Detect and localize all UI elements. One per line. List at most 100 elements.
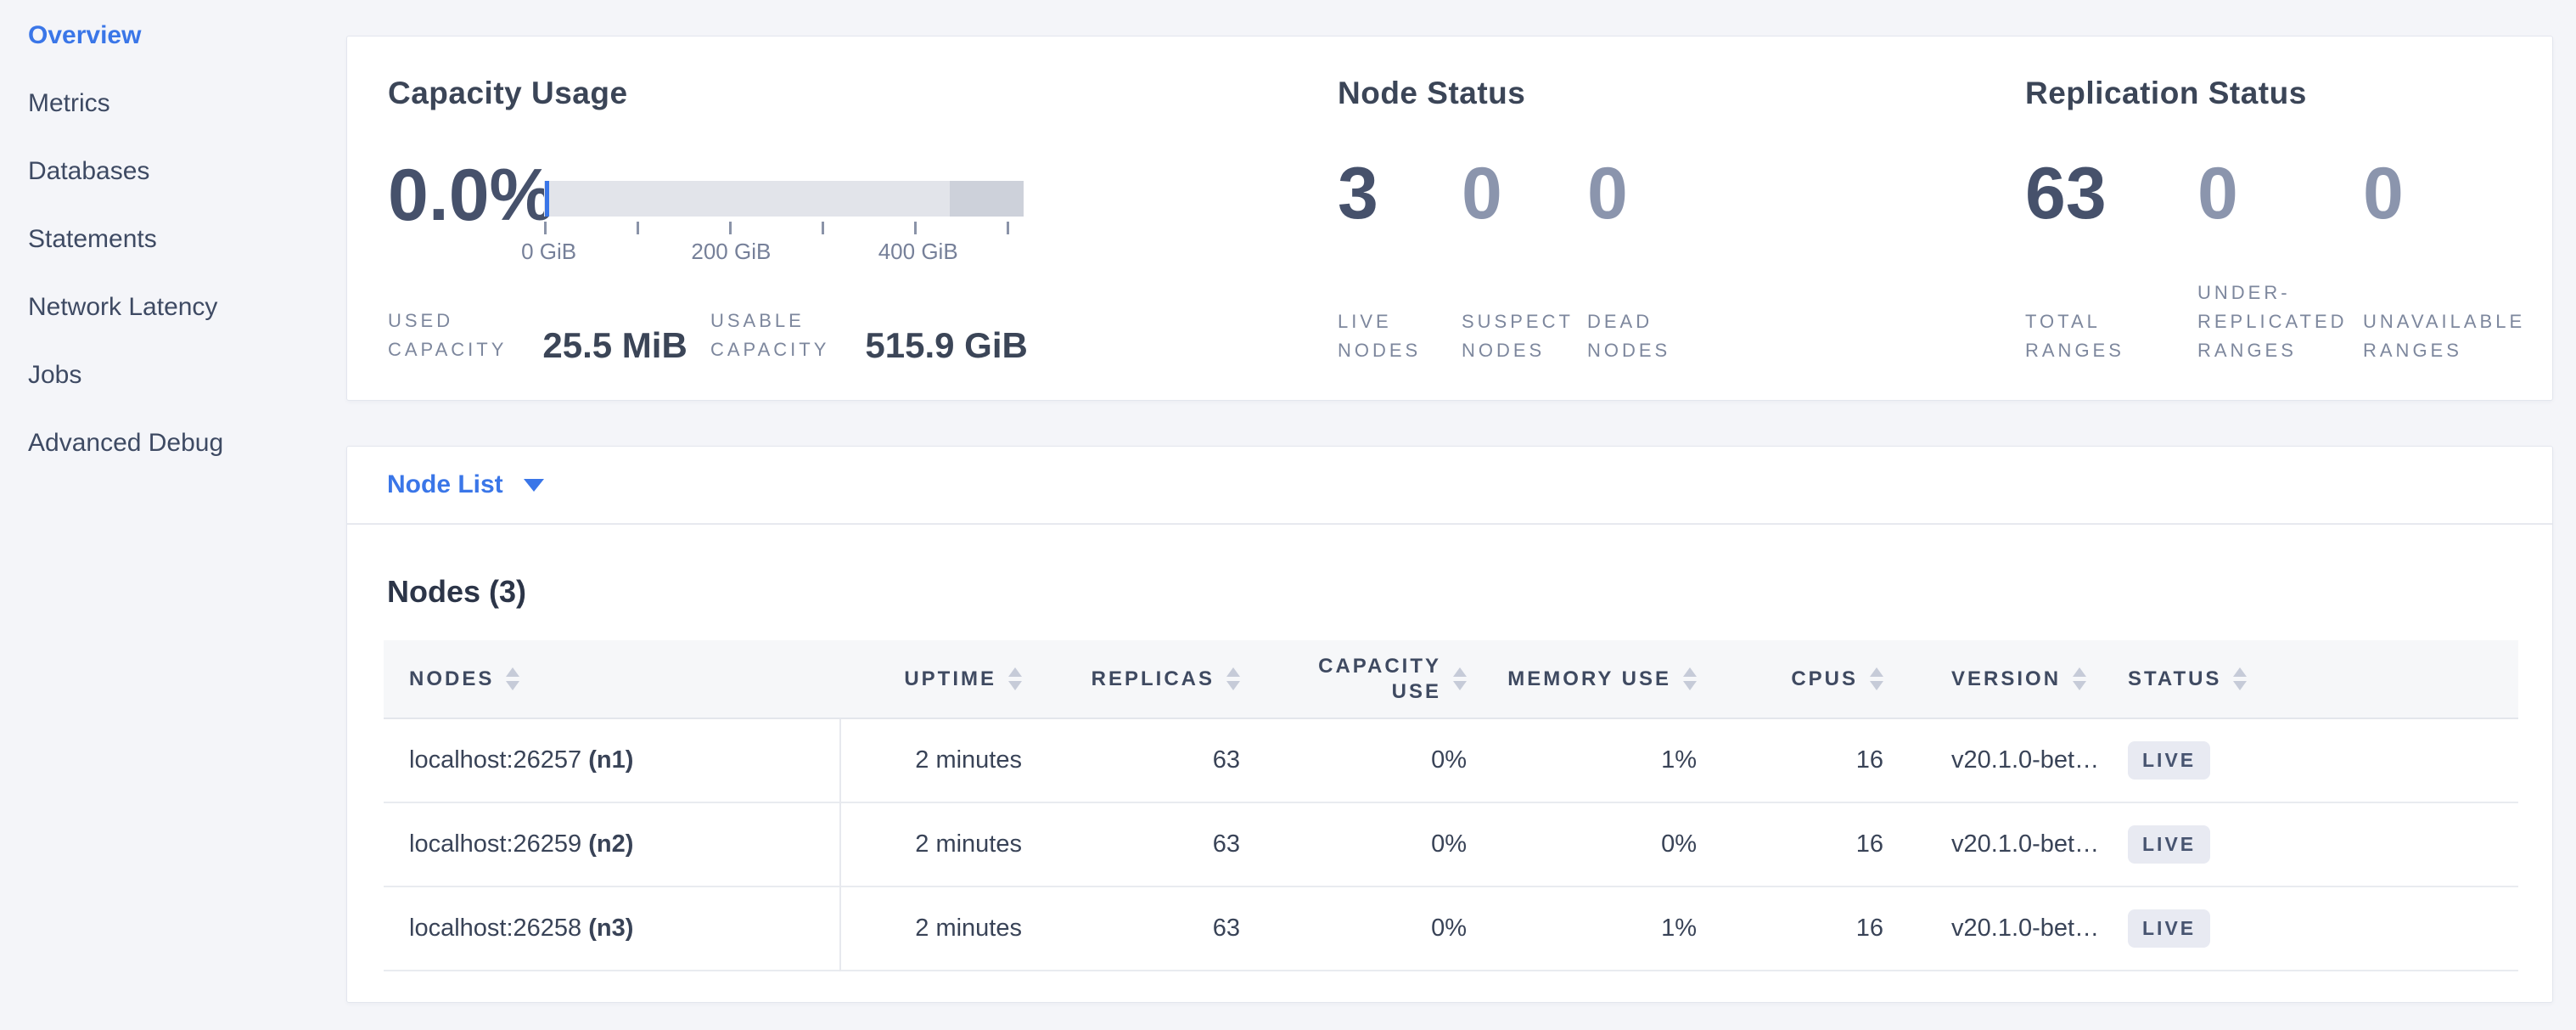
node-address-cell[interactable]: localhost:26259 (n2) bbox=[384, 830, 839, 858]
status-cell: LIVE bbox=[2123, 741, 2518, 780]
dead-nodes-stat: 0 DEAD NODES bbox=[1587, 154, 1723, 365]
sidebar-item-advanced-debug[interactable]: Advanced Debug bbox=[0, 409, 346, 477]
capacity-use-cell: 0% bbox=[1272, 830, 1507, 858]
node-status-stats: 3 LIVE NODES 0 SUSPECT NODES 0 DEAD NODE… bbox=[1338, 154, 1723, 365]
replication-status-title: Replication Status bbox=[2025, 76, 2307, 111]
used-capacity-label-line1: USED bbox=[388, 307, 507, 335]
sidebar-item-overview[interactable]: Overview bbox=[0, 2, 346, 70]
live-nodes-label-line2: NODES bbox=[1338, 336, 1462, 365]
memory-use-cell: 0% bbox=[1507, 830, 1743, 858]
capacity-used-percent: 0.0% bbox=[388, 155, 554, 236]
nodes-table: NODES UPTIME REPLICAS CAPACITY USE MEMOR… bbox=[384, 640, 2518, 971]
memory-use-cell: 1% bbox=[1507, 746, 1743, 774]
node-list-selector[interactable]: Node List bbox=[387, 470, 503, 499]
column-header-version-label: VERSION bbox=[1951, 667, 2061, 692]
sidebar-item-metrics[interactable]: Metrics bbox=[0, 70, 346, 138]
sidebar-item-statements[interactable]: Statements bbox=[0, 205, 346, 273]
column-header-uptime[interactable]: UPTIME bbox=[839, 667, 1056, 692]
under-replicated-label-line3: RANGES bbox=[2197, 336, 2363, 365]
node-id: (n2) bbox=[588, 830, 633, 858]
sort-icon bbox=[2073, 667, 2086, 690]
column-header-nodes[interactable]: NODES bbox=[384, 667, 839, 692]
dead-nodes-value: 0 bbox=[1587, 154, 1723, 234]
column-header-memory-use[interactable]: MEMORY USE bbox=[1507, 667, 1743, 692]
total-ranges-value: 63 bbox=[2025, 154, 2197, 234]
under-replicated-ranges-value: 0 bbox=[2197, 154, 2363, 234]
node-address-cell[interactable]: localhost:26258 (n3) bbox=[384, 915, 839, 943]
node-address[interactable]: localhost:26258 bbox=[409, 915, 581, 942]
total-ranges-label-line2: RANGES bbox=[2025, 336, 2197, 365]
column-header-cpus[interactable]: CPUS bbox=[1743, 667, 1928, 692]
capacity-stats: USED CAPACITY 25.5 MiB USABLE CAPACITY 5… bbox=[388, 307, 1028, 364]
sidebar-item-jobs[interactable]: Jobs bbox=[0, 341, 346, 409]
version-cell: v20.1.0-bet… bbox=[1928, 915, 2123, 943]
capacity-use-cell: 0% bbox=[1272, 746, 1507, 774]
table-row: localhost:26259 (n2) 2 minutes 63 0% 0% … bbox=[384, 803, 2518, 887]
unavailable-ranges-label-line1: UNAVAILABLE bbox=[2363, 307, 2575, 336]
usable-capacity-label-line1: USABLE bbox=[710, 307, 829, 335]
dead-nodes-label-line1: DEAD bbox=[1587, 307, 1723, 336]
used-capacity-value: 25.5 MiB bbox=[542, 327, 687, 364]
nodes-card: Node List Nodes (3) NODES UPTIME REPLICA… bbox=[346, 446, 2553, 1003]
dead-nodes-label-line2: NODES bbox=[1587, 336, 1723, 365]
sort-icon bbox=[506, 667, 519, 690]
capacity-gauge-axis bbox=[544, 220, 1024, 235]
total-ranges-label-line1: TOTAL bbox=[2025, 307, 2197, 336]
table-row: localhost:26257 (n1) 2 minutes 63 0% 1% … bbox=[384, 719, 2518, 803]
nodes-table-header: NODES UPTIME REPLICAS CAPACITY USE MEMOR… bbox=[384, 640, 2518, 719]
capacity-use-cell: 0% bbox=[1272, 915, 1507, 943]
status-badge: LIVE bbox=[2128, 825, 2210, 864]
status-badge: LIVE bbox=[2128, 741, 2210, 780]
memory-use-cell: 1% bbox=[1507, 915, 1743, 943]
node-id: (n3) bbox=[588, 915, 633, 942]
live-nodes-value: 3 bbox=[1338, 154, 1462, 234]
replication-status-stats: 63 TOTAL RANGES 0 UNDER- REPLICATED RANG… bbox=[2025, 154, 2575, 365]
sidebar-item-databases[interactable]: Databases bbox=[0, 138, 346, 205]
axis-label-0gib: 0 GiB bbox=[521, 239, 576, 265]
sort-icon bbox=[1226, 667, 1240, 690]
capacity-gauge-track bbox=[544, 181, 1024, 217]
sidebar-item-network-latency[interactable]: Network Latency bbox=[0, 273, 346, 341]
node-address[interactable]: localhost:26257 bbox=[409, 746, 581, 774]
used-capacity-stat: USED CAPACITY 25.5 MiB bbox=[388, 307, 710, 364]
capacity-gauge-extra-segment bbox=[950, 181, 1024, 217]
version-cell: v20.1.0-bet… bbox=[1928, 830, 2123, 858]
node-id: (n1) bbox=[588, 746, 633, 774]
cluster-overview-card: Capacity Usage 0.0% 0 GiB 200 GiB 400 Gi… bbox=[346, 36, 2553, 401]
table-row: localhost:26258 (n3) 2 minutes 63 0% 1% … bbox=[384, 887, 2518, 971]
cpus-cell: 16 bbox=[1743, 915, 1928, 943]
uptime-cell: 2 minutes bbox=[839, 915, 1056, 943]
table-column-divider bbox=[839, 719, 841, 971]
cpus-cell: 16 bbox=[1743, 746, 1928, 774]
live-nodes-stat: 3 LIVE NODES bbox=[1338, 154, 1462, 365]
column-header-version[interactable]: VERSION bbox=[1928, 667, 2123, 692]
sort-icon bbox=[2233, 667, 2247, 690]
suspect-nodes-stat: 0 SUSPECT NODES bbox=[1462, 154, 1587, 365]
column-header-status[interactable]: STATUS bbox=[2123, 667, 2518, 692]
sort-icon bbox=[1008, 667, 1022, 690]
sort-icon bbox=[1683, 667, 1697, 690]
used-capacity-label-line2: CAPACITY bbox=[388, 335, 507, 364]
column-header-cpus-label: CPUS bbox=[1791, 667, 1858, 692]
column-header-replicas[interactable]: REPLICAS bbox=[1056, 667, 1272, 692]
column-header-nodes-label: NODES bbox=[409, 667, 494, 692]
node-list-selector-bar: Node List bbox=[347, 447, 2552, 525]
capacity-gauge-labels: 0 GiB 200 GiB 400 GiB bbox=[544, 235, 1024, 264]
column-header-capacity-use[interactable]: CAPACITY USE bbox=[1272, 654, 1507, 705]
node-address-cell[interactable]: localhost:26257 (n1) bbox=[384, 746, 839, 774]
uptime-cell: 2 minutes bbox=[839, 746, 1056, 774]
status-cell: LIVE bbox=[2123, 909, 2518, 948]
column-header-status-label: STATUS bbox=[2128, 667, 2221, 692]
usable-capacity-value: 515.9 GiB bbox=[865, 327, 1027, 364]
node-status-title: Node Status bbox=[1338, 76, 1525, 111]
under-replicated-label-line1: UNDER- bbox=[2197, 279, 2363, 307]
caret-down-icon[interactable] bbox=[524, 479, 544, 492]
column-header-capacity-use-label: CAPACITY USE bbox=[1292, 654, 1441, 705]
node-address[interactable]: localhost:26259 bbox=[409, 830, 581, 858]
unavailable-ranges-stat: 0 UNAVAILABLE RANGES bbox=[2363, 154, 2575, 365]
capacity-gauge-used-marker bbox=[545, 181, 549, 217]
replicas-cell: 63 bbox=[1056, 915, 1272, 943]
nodes-table-body: localhost:26257 (n1) 2 minutes 63 0% 1% … bbox=[384, 719, 2518, 971]
cpus-cell: 16 bbox=[1743, 830, 1928, 858]
column-header-replicas-label: REPLICAS bbox=[1092, 667, 1215, 692]
